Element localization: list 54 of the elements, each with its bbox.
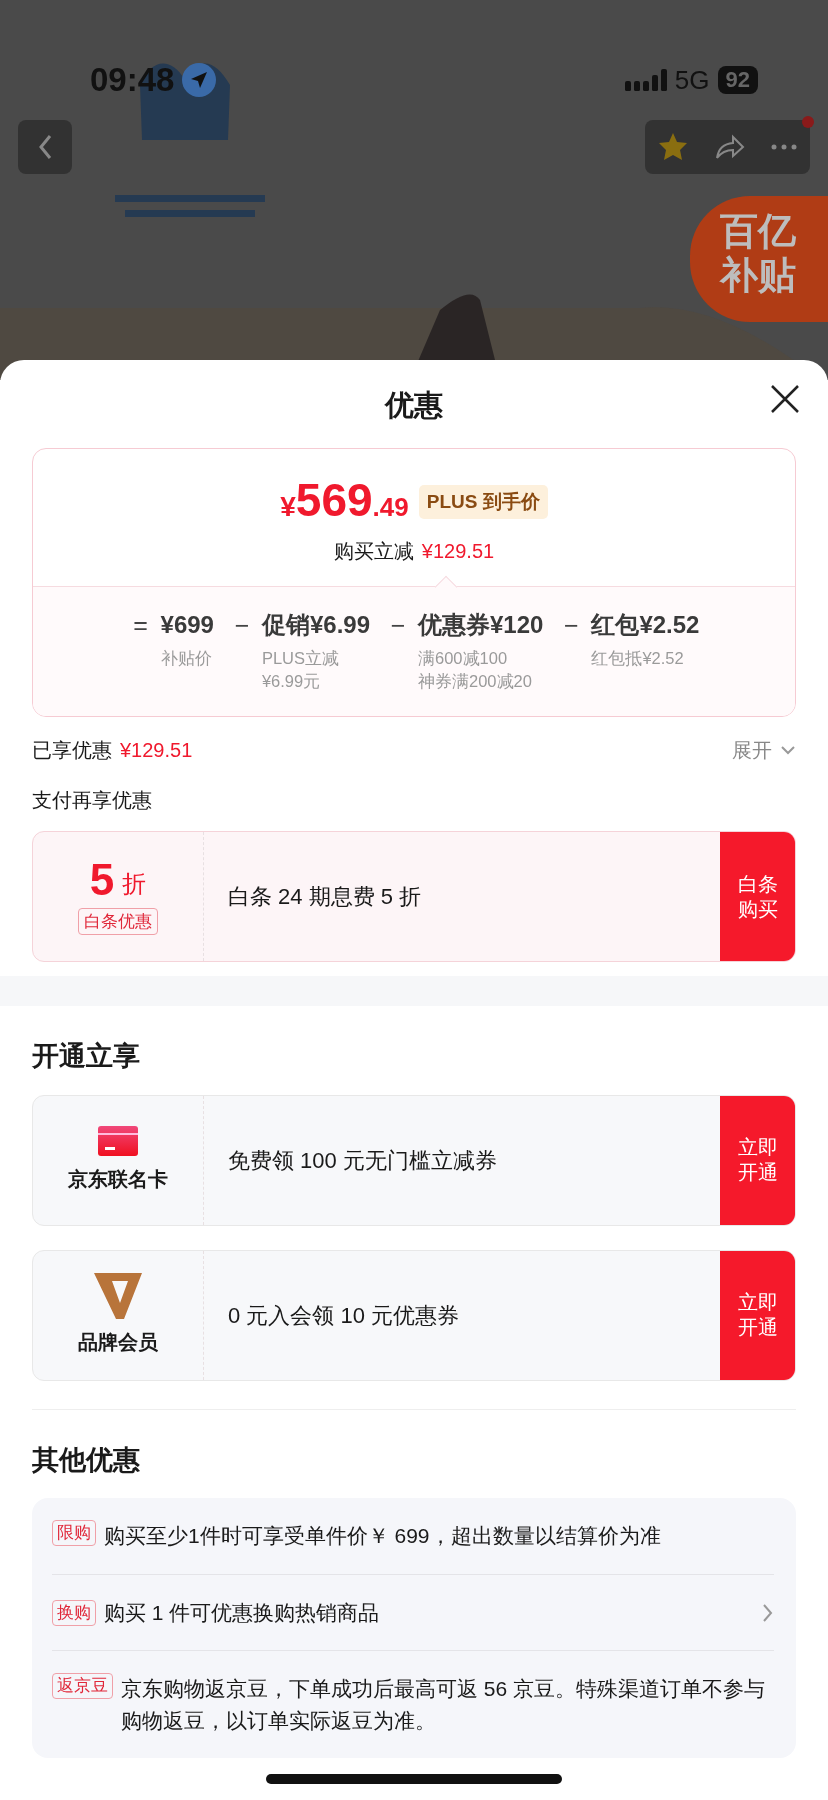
offer-text: 免费领 100 元无门槛立减券 xyxy=(227,1146,497,1175)
status-time: 09:48 xyxy=(90,60,175,101)
breakdown-note: ¥6.99元 xyxy=(261,671,322,693)
back-button[interactable] xyxy=(18,120,72,174)
operator-sign: − xyxy=(233,609,251,641)
badge-text: 百亿 xyxy=(720,210,797,254)
discount-tag: 白条优惠 xyxy=(78,908,158,936)
expand-toggle[interactable]: 展开 xyxy=(732,735,796,766)
discount-amount: ¥129.51 xyxy=(421,538,495,564)
savings-label: 已享优惠 xyxy=(32,738,112,764)
discount-value: 5 折 xyxy=(89,858,147,903)
breakdown-amount: 优惠券¥120 xyxy=(418,609,544,640)
breakdown-amount: 促销¥6.99 xyxy=(261,609,370,640)
price-text: ¥569.49 xyxy=(280,476,409,528)
discount-label: 购买立减 xyxy=(333,538,414,564)
breakdown-amount: ¥699 xyxy=(160,609,214,640)
section-title: 开通立享 xyxy=(32,1041,140,1072)
operator-sign: − xyxy=(389,609,407,641)
card-icon xyxy=(98,1126,138,1157)
signal-icon xyxy=(624,69,667,91)
network-label: 5G xyxy=(674,63,710,97)
breakdown-note: 补贴价 xyxy=(160,647,213,669)
breakdown-amount: 红包¥2.52 xyxy=(591,609,700,640)
breakdown-note: PLUS立减 xyxy=(261,647,341,669)
price-tag: PLUS 到手价 xyxy=(418,484,548,520)
section-subtitle: 支付再享优惠 xyxy=(32,789,152,812)
chevron-right-icon[interactable] xyxy=(762,1602,774,1623)
more-icon[interactable] xyxy=(769,143,798,151)
member-name: 品牌会员 xyxy=(78,1330,158,1356)
location-icon xyxy=(182,63,217,97)
offer-tag: 返京豆 xyxy=(52,1673,113,1700)
breakdown-note: 神券满200减20 xyxy=(418,671,533,693)
operator-sign: − xyxy=(563,609,580,641)
offer-text: 0 元入会领 10 元优惠券 xyxy=(227,1301,460,1330)
savings-amount: ¥129.51 xyxy=(120,738,193,764)
breakdown-note: 满600减100 xyxy=(418,647,509,669)
breakdown-note: 红包抵¥2.52 xyxy=(591,647,685,669)
buy-button[interactable]: 白条购买 xyxy=(720,832,795,962)
star-icon[interactable] xyxy=(657,132,688,162)
offer-tag: 换购 xyxy=(52,1599,96,1626)
badge-text: 补贴 xyxy=(720,253,797,298)
section-title: 其他优惠 xyxy=(32,1444,140,1475)
offer-text: 白条 24 期息费 5 折 xyxy=(227,883,422,912)
v-logo-icon xyxy=(94,1273,142,1320)
operator-sign: = xyxy=(132,609,149,641)
offer-tag: 限购 xyxy=(52,1520,96,1547)
battery-indicator: 92 xyxy=(717,66,758,94)
sheet-title: 优惠 xyxy=(385,389,443,421)
member-name: 京东联名卡 xyxy=(68,1167,168,1193)
offer-text: 购买至少1件时可享受单件价￥ 699，超出数量以结算价为准 xyxy=(104,1523,662,1550)
activate-button[interactable]: 立即开通 xyxy=(720,1250,795,1380)
offer-text: 京东购物返京豆，下单成功后最高可返 56 京豆。特殊渠道订单不参与购物返豆，以订单实际返豆为准。 xyxy=(121,1676,767,1734)
activate-button[interactable]: 立即开通 xyxy=(720,1095,795,1225)
offer-text: 购买 1 件可优惠换购热销商品 xyxy=(104,1599,381,1626)
